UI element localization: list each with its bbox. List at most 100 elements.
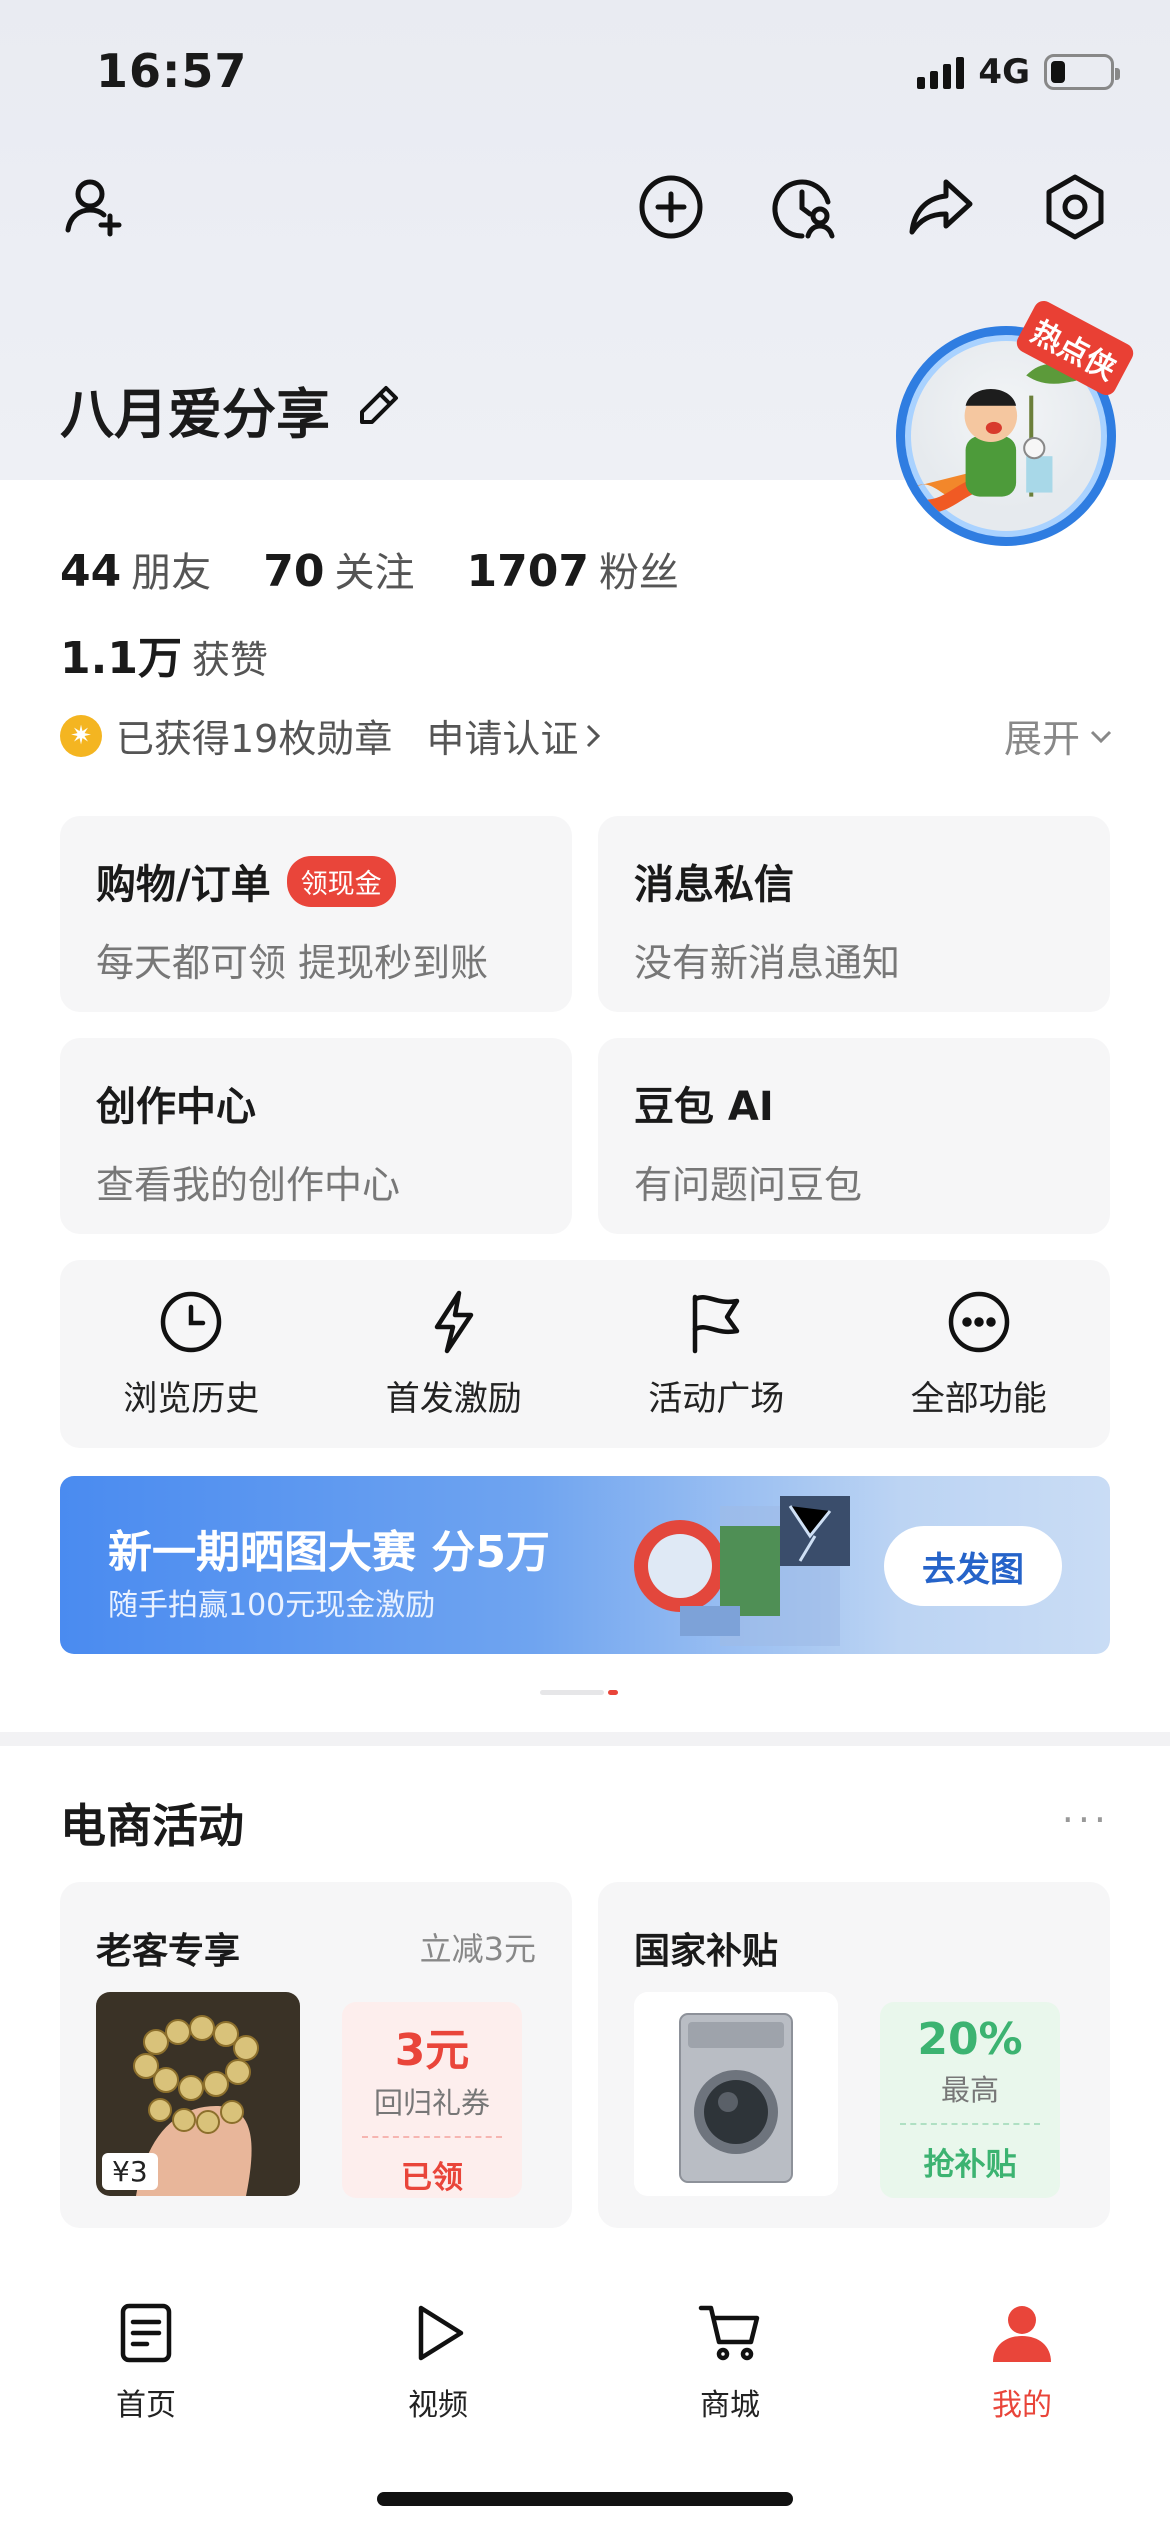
status-time: 16:57	[96, 44, 248, 98]
ec-card-title: 老客专享	[96, 1931, 241, 1972]
coupon-label: 最高	[940, 2073, 999, 2107]
carousel-dots	[540, 1690, 618, 1695]
stat-label: 粉丝	[598, 550, 679, 596]
quick-label: 活动广场	[648, 1378, 785, 1419]
more-circle-icon	[948, 1291, 1009, 1352]
apply-verification-link[interactable]: 申请认证	[426, 708, 602, 763]
add-circle-icon[interactable]	[636, 172, 706, 242]
share-icon[interactable]	[906, 172, 976, 242]
banner-illustration	[634, 1496, 850, 1646]
product-image-washing-machine[interactable]	[634, 1992, 838, 2196]
battery-icon	[1044, 54, 1120, 90]
more-icon[interactable]: ···	[1062, 1798, 1110, 1842]
tile-messages[interactable]: 消息私信 没有新消息通知	[598, 816, 1110, 1012]
status-indicators: 4G	[917, 52, 1120, 92]
apply-label: 申请认证	[426, 717, 579, 761]
home-doc-icon	[120, 2303, 172, 2363]
username-row: 八月爱分享	[60, 370, 402, 449]
medal-icon: ✷	[60, 714, 102, 757]
stat-followers[interactable]: 1707 粉丝	[466, 540, 678, 598]
quick-history[interactable]: 浏览历史	[71, 1289, 311, 1420]
ec-card-tag: 立减3元	[419, 1930, 536, 1968]
tile-doubao-ai[interactable]: 豆包 AI 有问题问豆包	[598, 1038, 1110, 1234]
signal-icon	[917, 55, 965, 89]
home-indicator	[377, 2492, 793, 2506]
coupon-separator	[362, 2136, 502, 2138]
tile-subtitle: 查看我的创作中心	[96, 1163, 401, 1207]
tile-subtitle: 没有新消息通知	[634, 941, 901, 985]
flag-icon	[693, 1294, 740, 1353]
banner-subtitle: 随手拍赢100元现金激励	[108, 1588, 436, 1623]
tile-title: 消息私信	[634, 862, 794, 908]
play-icon	[418, 2305, 464, 2361]
quick-first-release[interactable]: 首发激励	[334, 1289, 574, 1420]
badge-row: ✷ 已获得19枚勋章 申请认证	[60, 708, 602, 763]
expand-toggle[interactable]: 展开	[1004, 708, 1114, 763]
tab-label: 视频	[408, 2388, 468, 2423]
tile-title: 购物/订单	[96, 862, 271, 908]
cash-pill: 领现金	[286, 855, 396, 907]
quick-actions: 浏览历史 首发激励 活动广场 全部功能	[60, 1260, 1110, 1448]
tab-mall[interactable]: 商城	[630, 2300, 830, 2424]
stat-friends[interactable]: 44 朋友	[60, 540, 211, 598]
tile-subtitle: 每天都可领 提现秒到账	[96, 941, 489, 985]
coupon-return-gift[interactable]: 3元 回归礼券 已领	[342, 2002, 522, 2198]
network-type: 4G	[978, 52, 1030, 92]
stat-value: 1707	[466, 546, 589, 597]
stat-likes: 1.1万 获赞	[60, 622, 268, 686]
tab-video[interactable]: 视频	[338, 2300, 538, 2424]
tile-subtitle: 有问题问豆包	[634, 1163, 863, 1207]
quick-activity-square[interactable]: 活动广场	[596, 1289, 836, 1420]
go-post-button[interactable]: 去发图	[884, 1526, 1062, 1606]
carousel-dot-active	[608, 1690, 618, 1695]
tile-title: 创作中心	[96, 1084, 256, 1130]
user-icon	[993, 2306, 1051, 2362]
stat-following[interactable]: 70 关注	[263, 540, 414, 598]
clock-icon	[161, 1291, 222, 1352]
promo-banner[interactable]: 新一期晒图大赛 分5万 随手拍赢100元现金激励 去发图	[60, 1476, 1110, 1654]
badges-text[interactable]: 已获得19枚勋章	[116, 708, 392, 763]
coupon-subsidy[interactable]: 20% 最高 抢补贴	[880, 2002, 1060, 2198]
cart-icon	[698, 2305, 760, 2361]
quick-label: 全部功能	[910, 1378, 1047, 1419]
visitor-history-icon[interactable]	[770, 172, 840, 242]
stat-label: 关注	[334, 550, 415, 596]
likes-value: 1.1万	[60, 633, 182, 684]
likes-label: 获赞	[191, 638, 268, 682]
section-divider	[0, 1732, 1170, 1746]
stat-value: 44	[60, 546, 122, 597]
ecommerce-title: 电商活动	[60, 1799, 244, 1853]
chevron-down-icon	[1090, 730, 1112, 743]
expand-label: 展开	[1003, 717, 1080, 761]
carousel-dot	[540, 1690, 604, 1695]
quick-label: 首发激励	[385, 1378, 522, 1419]
banner-title: 新一期晒图大赛 分5万	[108, 1527, 550, 1578]
edit-icon[interactable]	[356, 378, 402, 441]
stats-row: 44 朋友 70 关注 1707 粉丝	[60, 540, 679, 598]
ec-card-national-subsidy[interactable]: 国家补贴 20% 最高 抢补贴	[598, 1882, 1110, 2228]
coupon-label: 回归礼券	[373, 2086, 490, 2120]
coupon-value: 20%	[917, 2014, 1023, 2065]
tile-creator-center[interactable]: 创作中心 查看我的创作中心	[60, 1038, 572, 1234]
coupon-action: 抢补贴	[923, 2147, 1017, 2183]
coupon-separator	[900, 2123, 1040, 2125]
coupon-value: 3元	[394, 2025, 470, 2076]
tab-label: 商城	[700, 2388, 760, 2423]
username: 八月爱分享	[60, 383, 330, 446]
coupon-action: 已领	[401, 2160, 463, 2196]
product-image-bracelet[interactable]: ¥3	[96, 1992, 300, 2196]
quick-label: 浏览历史	[123, 1378, 260, 1419]
ec-card-returning-customer[interactable]: 老客专享 立减3元 ¥3 3元 回归礼券 已领	[60, 1882, 572, 2228]
settings-icon[interactable]	[1040, 172, 1110, 242]
lightning-icon	[434, 1290, 473, 1353]
tab-home[interactable]: 首页	[46, 2300, 246, 2424]
ec-card-title: 国家补贴	[634, 1931, 779, 1972]
stat-value: 70	[263, 546, 325, 597]
tile-shopping-orders[interactable]: 购物/订单 领现金 每天都可领 提现秒到账	[60, 816, 572, 1012]
quick-all-features[interactable]: 全部功能	[859, 1289, 1099, 1420]
add-friend-icon[interactable]	[60, 172, 130, 242]
tab-label: 我的	[992, 2388, 1052, 2423]
stat-label: 朋友	[131, 550, 212, 596]
product-price: ¥3	[102, 2153, 158, 2190]
tab-me[interactable]: 我的	[922, 2300, 1122, 2424]
